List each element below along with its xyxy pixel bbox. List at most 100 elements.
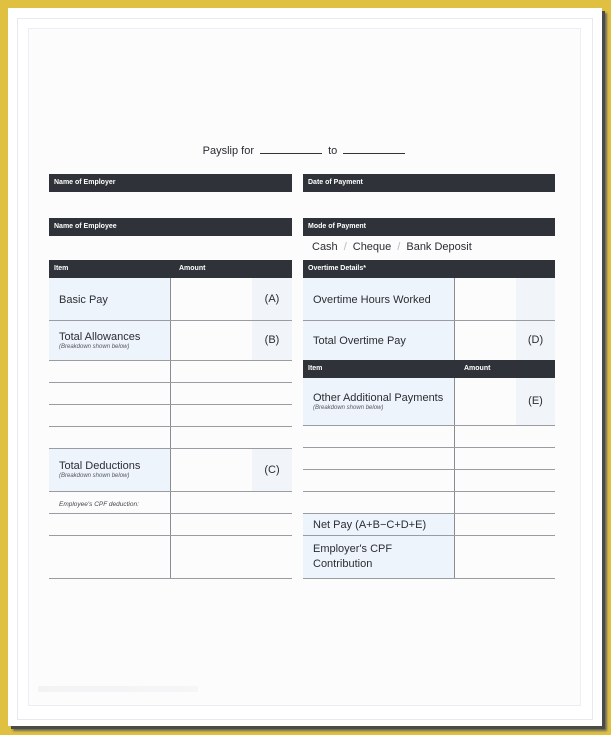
- table-row-other-payments: Other Additional Payments (Breakdown sho…: [303, 378, 555, 426]
- overtime-header-label: Overtime Details*: [308, 265, 366, 272]
- allowance-item-field[interactable]: [49, 360, 171, 383]
- overtime-hours-field[interactable]: [454, 278, 516, 321]
- cpf-deduction-label-cell: Employee's CPF deduction:: [49, 491, 171, 514]
- allowance-amount-field[interactable]: [170, 382, 292, 405]
- payment-amount-field[interactable]: [454, 491, 555, 514]
- allowance-item-field[interactable]: [49, 382, 171, 405]
- allowance-amount-field[interactable]: [170, 404, 292, 427]
- employer-name-field[interactable]: [49, 192, 292, 216]
- allowances-amount-field[interactable]: [170, 320, 252, 361]
- payment-amount-field[interactable]: [454, 425, 555, 448]
- table-row-overtime-pay: Total Overtime Pay (D): [303, 320, 555, 361]
- overtime-hours-code: [516, 278, 555, 321]
- title-mid: to: [328, 145, 338, 157]
- overtime-table: Overtime Hours Worked Total Overtime Pay…: [303, 278, 555, 361]
- other-payments-label: Other Additional Payments: [313, 391, 444, 404]
- net-pay-label: Net Pay (A+B−C+D+E): [313, 519, 427, 531]
- payment-mode-header: Mode of Payment: [303, 218, 555, 236]
- overtime-pay-amount-field[interactable]: [454, 320, 516, 361]
- overtime-hours-label: Overtime Hours Worked: [313, 293, 431, 306]
- employer-name-label: Name of Employer: [54, 179, 116, 186]
- table-row-allowance-item: [49, 404, 292, 427]
- right-table-header: Item Amount: [303, 360, 555, 378]
- net-pay-label-cell: Net Pay (A+B−C+D+E): [303, 513, 455, 536]
- allowances-code: (B): [252, 320, 292, 361]
- left-earnings-table: Basic Pay (A) Total Allowances (Breakdow…: [49, 278, 292, 579]
- payment-mode-label: Mode of Payment: [308, 223, 366, 230]
- mode-separator: /: [343, 241, 347, 253]
- other-payments-sublabel: (Breakdown shown below): [313, 404, 384, 411]
- deductions-code: (C): [252, 448, 292, 492]
- overtime-pay-label: Total Overtime Pay: [313, 335, 406, 347]
- employee-name-header: Name of Employee: [49, 218, 292, 236]
- item-column-header: Item: [54, 265, 69, 272]
- employer-cpf-label-cell: Employer's CPF Contribution: [303, 535, 455, 579]
- employer-name-header: Name of Employer: [49, 174, 292, 192]
- mode-option-cheque[interactable]: Cheque: [353, 241, 392, 253]
- table-row-payment-item: [303, 469, 555, 492]
- item-column-header: Item: [308, 365, 323, 372]
- employee-name-label: Name of Employee: [54, 223, 117, 230]
- payment-date-field[interactable]: [303, 192, 555, 216]
- overtime-header: Overtime Details*: [303, 260, 555, 278]
- other-payments-amount-field[interactable]: [454, 378, 516, 426]
- allowance-item-field[interactable]: [49, 404, 171, 427]
- basic-pay-label: Basic Pay: [59, 293, 108, 306]
- left-table-header: Item Amount: [49, 260, 292, 278]
- overtime-pay-label-cell: Total Overtime Pay: [303, 320, 455, 361]
- basic-pay-label-cell: Basic Pay: [49, 278, 171, 321]
- overtime-pay-code: (D): [516, 320, 555, 361]
- payment-amount-field[interactable]: [454, 447, 555, 470]
- table-row-deduction-item: [49, 513, 292, 536]
- employee-name-field[interactable]: [49, 236, 292, 260]
- table-row-total-allowances: Total Allowances (Breakdown shown below)…: [49, 320, 292, 361]
- deduction-amount-field[interactable]: [170, 535, 292, 579]
- employer-cpf-label-line2: Contribution: [313, 557, 373, 570]
- deductions-label: Total Deductions: [59, 460, 141, 472]
- table-row-basic-pay: Basic Pay (A): [49, 278, 292, 321]
- additional-payments-table: Other Additional Payments (Breakdown sho…: [303, 378, 555, 579]
- allowances-sublabel: (Breakdown shown below): [59, 343, 130, 350]
- payment-date-header: Date of Payment: [303, 174, 555, 192]
- table-row-allowance-item: [49, 360, 292, 383]
- table-row-cpf-deduction: Employee's CPF deduction:: [49, 491, 292, 514]
- payment-item-field[interactable]: [303, 469, 455, 492]
- period-start-field[interactable]: [260, 143, 323, 154]
- deduction-item-field[interactable]: [49, 535, 171, 579]
- period-end-field[interactable]: [343, 143, 406, 154]
- allowance-amount-field[interactable]: [170, 360, 292, 383]
- table-row-overtime-hours: Overtime Hours Worked: [303, 278, 555, 321]
- table-row-deduction-item: [49, 535, 292, 579]
- net-pay-amount-field[interactable]: [454, 513, 555, 536]
- deduction-item-field[interactable]: [49, 513, 171, 536]
- other-payments-label-cell: Other Additional Payments (Breakdown sho…: [303, 378, 455, 426]
- table-row-payment-item: [303, 491, 555, 514]
- payment-item-field[interactable]: [303, 425, 455, 448]
- payment-item-field[interactable]: [303, 491, 455, 514]
- employer-cpf-label-line1: Employer's CPF: [313, 542, 393, 555]
- allowance-item-field[interactable]: [49, 426, 171, 449]
- table-row-net-pay: Net Pay (A+B−C+D+E): [303, 513, 555, 536]
- table-row-payment-item: [303, 425, 555, 448]
- deduction-amount-field[interactable]: [170, 513, 292, 536]
- basic-pay-code: (A): [252, 278, 292, 321]
- cpf-deduction-amount-field[interactable]: [170, 491, 292, 514]
- table-row-allowance-item: [49, 382, 292, 405]
- basic-pay-amount-field[interactable]: [170, 278, 252, 321]
- payment-mode-options: Cash / Cheque / Bank Deposit: [312, 241, 472, 253]
- mode-option-cash[interactable]: Cash: [312, 241, 338, 253]
- mode-option-bank-deposit[interactable]: Bank Deposit: [406, 241, 471, 253]
- payment-item-field[interactable]: [303, 447, 455, 470]
- cpf-deduction-label: Employee's CPF deduction:: [59, 501, 139, 508]
- table-row-payment-item: [303, 447, 555, 470]
- mode-separator: /: [397, 241, 401, 253]
- payment-date-label: Date of Payment: [308, 179, 363, 186]
- employer-cpf-amount-field[interactable]: [454, 535, 555, 579]
- payment-amount-field[interactable]: [454, 469, 555, 492]
- table-row-total-deductions: Total Deductions (Breakdown shown below)…: [49, 448, 292, 492]
- other-payments-code: (E): [516, 378, 555, 426]
- allowance-amount-field[interactable]: [170, 426, 292, 449]
- amount-column-header: Amount: [464, 365, 491, 372]
- deductions-amount-field[interactable]: [170, 448, 252, 492]
- payslip-title: Payslip for to: [0, 143, 611, 157]
